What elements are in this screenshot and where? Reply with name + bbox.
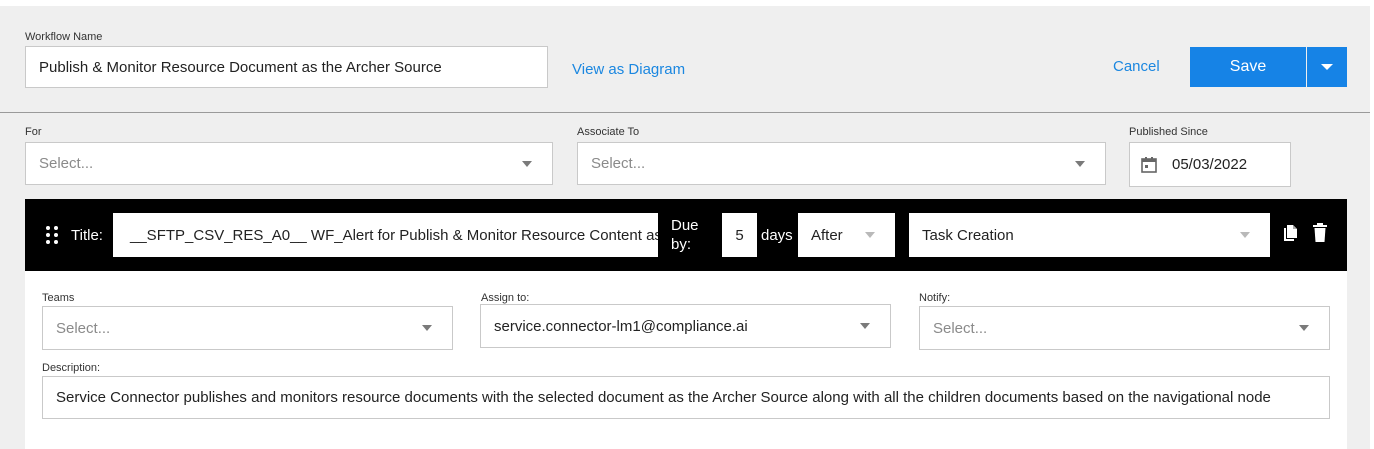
due-days-input[interactable]: 5 — [722, 213, 757, 257]
view-as-diagram-link[interactable]: View as Diagram — [572, 61, 685, 78]
published-since-value: 05/03/2022 — [1172, 156, 1248, 173]
associate-to-label: Associate To — [577, 126, 640, 138]
assign-to-value: service.connector-lm1@compliance.ai — [494, 317, 748, 335]
assign-to-select[interactable]: service.connector-lm1@compliance.ai — [480, 304, 891, 348]
for-select-placeholder: Select... — [39, 155, 94, 172]
description-label: Description: — [42, 362, 101, 374]
workflow-name-label: Workflow Name — [25, 31, 103, 43]
save-button[interactable]: Save — [1190, 47, 1306, 87]
chevron-down-icon — [1075, 160, 1085, 167]
task-title-input[interactable]: __SFTP_CSV_RES_A0__ WF_Alert for Publish… — [113, 213, 658, 257]
due-by-label: Due by: — [671, 216, 699, 254]
task-title-value: __SFTP_CSV_RES_A0__ WF_Alert for Publish… — [130, 226, 658, 244]
associate-to-placeholder: Select... — [591, 155, 646, 172]
task-detail-card — [25, 271, 1347, 449]
due-label-line2: by: — [671, 236, 692, 253]
timing-value: After — [811, 226, 843, 244]
days-label: days — [761, 227, 793, 244]
notify-label: Notify: — [919, 292, 951, 304]
save-options-button[interactable] — [1307, 47, 1347, 87]
calendar-icon[interactable] — [1140, 156, 1158, 174]
workflow-name-input[interactable]: Publish & Monitor Resource Document as t… — [25, 46, 548, 88]
published-since-label: Published Since — [1129, 126, 1208, 138]
chevron-down-icon — [1240, 232, 1250, 238]
timing-select[interactable]: After — [798, 213, 895, 257]
associate-to-select[interactable]: Select... — [577, 142, 1106, 185]
copy-icon[interactable] — [1283, 224, 1299, 242]
due-label-line1: Due — [671, 217, 699, 234]
drag-handle-icon[interactable] — [46, 226, 58, 244]
trash-icon[interactable] — [1312, 223, 1328, 242]
description-input[interactable]: Service Connector publishes and monitors… — [42, 376, 1330, 419]
workflow-name-value: Publish & Monitor Resource Document as t… — [39, 58, 442, 76]
published-since-date-input[interactable]: 05/03/2022 — [1129, 142, 1291, 187]
trigger-value: Task Creation — [922, 226, 1014, 244]
notify-placeholder: Select... — [933, 319, 988, 337]
notify-select[interactable]: Select... — [919, 306, 1330, 350]
description-value: Service Connector publishes and monitors… — [56, 389, 1271, 406]
chevron-down-icon — [860, 323, 870, 329]
task-title-label: Title: — [71, 227, 103, 244]
chevron-down-icon — [522, 160, 532, 167]
teams-label: Teams — [42, 292, 75, 304]
assign-to-label: Assign to: — [481, 292, 530, 304]
teams-select[interactable]: Select... — [42, 306, 453, 350]
cancel-button[interactable]: Cancel — [1113, 58, 1160, 75]
trigger-select[interactable]: Task Creation — [909, 213, 1270, 257]
for-label: For — [25, 126, 42, 138]
teams-placeholder: Select... — [56, 319, 111, 337]
due-days-value: 5 — [735, 226, 744, 244]
chevron-down-icon — [1321, 64, 1333, 70]
chevron-down-icon — [422, 325, 432, 331]
chevron-down-icon — [865, 232, 875, 238]
for-select[interactable]: Select... — [25, 142, 553, 185]
chevron-down-icon — [1299, 325, 1309, 331]
header-divider — [0, 112, 1370, 113]
